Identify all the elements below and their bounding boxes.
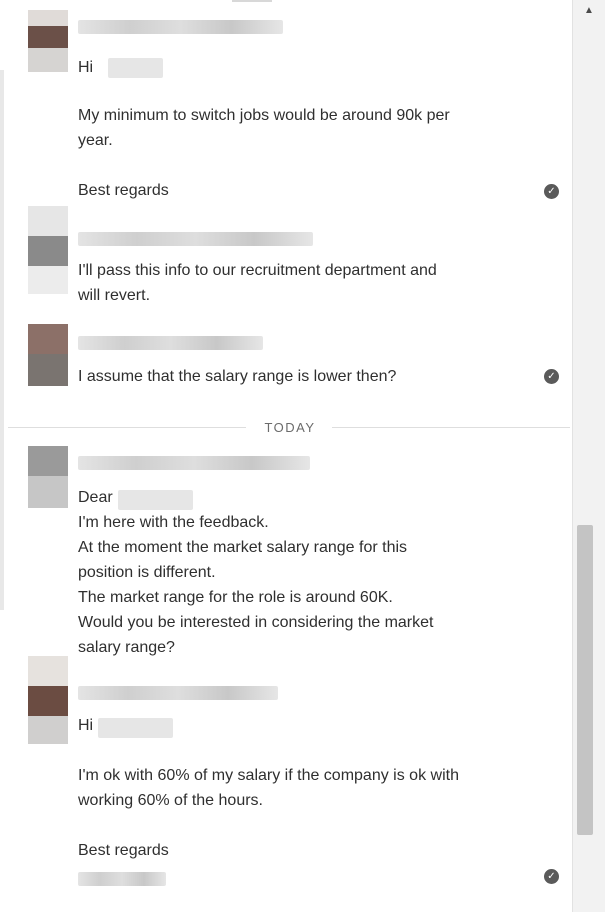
message-line: Best regards: [78, 182, 169, 199]
avatar[interactable]: [28, 206, 68, 294]
message-line: My minimum to switch jobs would be aroun…: [78, 107, 450, 124]
sender-name-redacted: [78, 232, 313, 246]
sender-name-redacted: [78, 20, 283, 34]
message-line: Best regards: [78, 842, 169, 859]
avatar[interactable]: [28, 656, 68, 744]
avatar[interactable]: [28, 10, 68, 72]
recipient-name-redacted: [108, 58, 163, 78]
message-line: At the moment the market salary range fo…: [78, 539, 408, 556]
avatar[interactable]: [28, 446, 68, 508]
sender-name-redacted: [78, 456, 310, 470]
message-line: The market range for the role is around …: [78, 589, 393, 606]
message-line: year.: [78, 132, 113, 149]
check-circle-icon: ✓: [544, 369, 559, 384]
date-divider-line-left: [8, 427, 246, 428]
signature-redacted: [78, 872, 166, 886]
sender-name-redacted: [78, 686, 278, 700]
scrollbar-thumb[interactable]: [577, 525, 593, 835]
left-edge-border: [0, 70, 4, 610]
check-circle-icon: ✓: [544, 184, 559, 199]
message-line: I assume that the salary range is lower …: [78, 368, 397, 385]
recipient-name-redacted: [98, 718, 173, 738]
message-line: I'll pass this info to our recruitment d…: [78, 262, 437, 279]
message-line: Would you be interested in considering t…: [78, 614, 434, 631]
message-line: will revert.: [78, 287, 151, 304]
message-line: working 60% of the hours.: [78, 792, 263, 809]
sender-name-redacted: [78, 336, 263, 350]
message-line: salary range?: [78, 639, 175, 656]
message-line: position is different.: [78, 564, 216, 581]
message-line: Hi: [78, 717, 94, 734]
message-line: Hi: [78, 59, 94, 76]
scrollbar[interactable]: ▲: [572, 0, 605, 912]
message-line: I'm ok with 60% of my salary if the comp…: [78, 767, 459, 784]
avatar[interactable]: [28, 324, 68, 386]
arrow-up-icon[interactable]: ▲: [581, 4, 597, 18]
top-edge-divider: [232, 0, 272, 2]
recipient-name-redacted: [118, 490, 193, 510]
message-line: Dear: [78, 489, 113, 506]
date-divider-label: TODAY: [264, 420, 316, 435]
date-divider-line-right: [332, 427, 570, 428]
check-circle-icon: ✓: [544, 869, 559, 884]
message-thread[interactable]: Hi My minimum to switch jobs would be ar…: [0, 0, 572, 912]
message-line: I'm here with the feedback.: [78, 514, 269, 531]
